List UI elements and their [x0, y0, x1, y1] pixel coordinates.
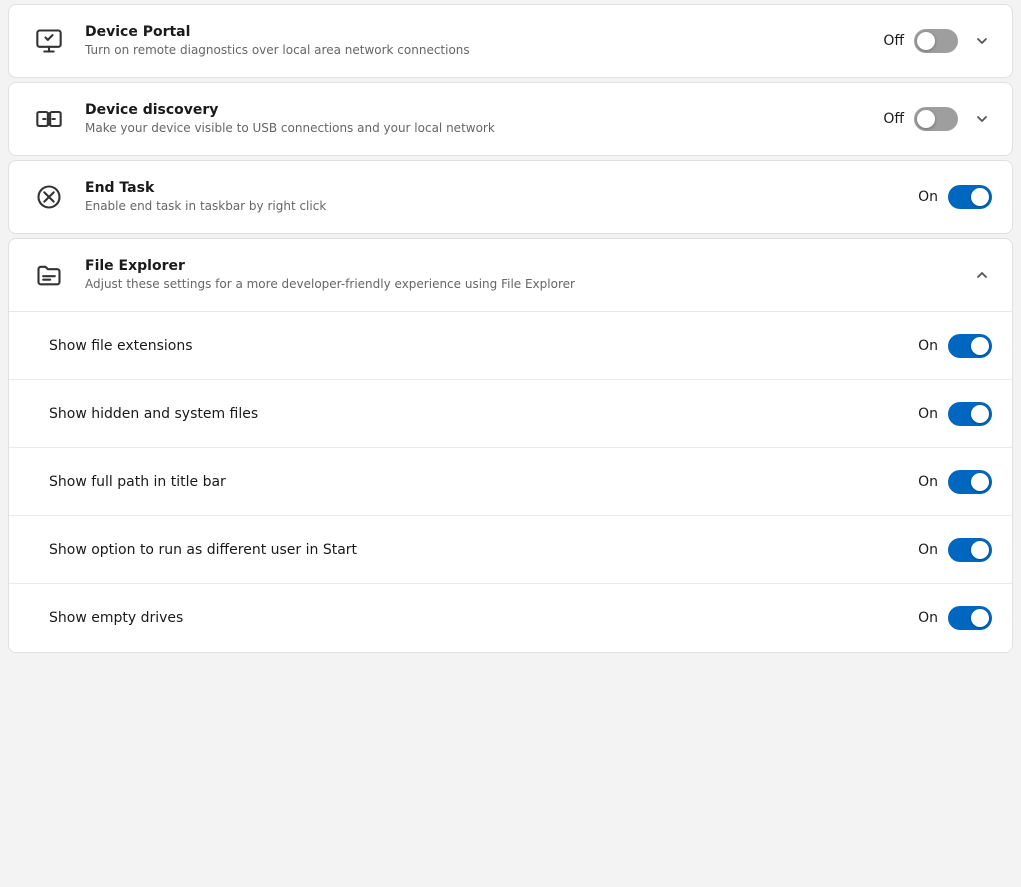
end-task-icon: [29, 177, 69, 217]
file-explorer-desc: Adjust these settings for a more develop…: [85, 276, 968, 293]
end-task-control: On: [910, 185, 992, 209]
show-empty-drives-row: Show empty drives On: [9, 584, 1012, 652]
file-explorer-header-row: File Explorer Adjust these settings for …: [9, 239, 1012, 312]
show-empty-drives-label: Show empty drives: [49, 610, 910, 626]
file-explorer-group: File Explorer Adjust these settings for …: [8, 238, 1013, 653]
end-task-desc: Enable end task in taskbar by right clic…: [85, 198, 910, 215]
show-run-as-user-toggle[interactable]: [948, 538, 992, 562]
show-file-extensions-control: On: [910, 334, 992, 358]
show-empty-drives-toggle[interactable]: [948, 606, 992, 630]
file-explorer-sub-items: Show file extensions On Show hidden and …: [9, 312, 1012, 652]
show-hidden-files-track: [948, 402, 992, 426]
end-task-title: End Task: [85, 180, 910, 196]
device-discovery-status: Off: [876, 111, 904, 127]
show-full-path-track: [948, 470, 992, 494]
device-portal-track: [914, 29, 958, 53]
device-portal-chevron[interactable]: [972, 31, 992, 51]
device-portal-icon: [29, 21, 69, 61]
show-full-path-thumb: [971, 473, 989, 491]
device-discovery-row: Device discovery Make your device visibl…: [9, 83, 1012, 155]
show-file-extensions-toggle[interactable]: [948, 334, 992, 358]
device-discovery-control: Off: [876, 107, 992, 131]
show-full-path-control: On: [910, 470, 992, 494]
show-empty-drives-control: On: [910, 606, 992, 630]
file-explorer-title: File Explorer: [85, 258, 968, 274]
show-run-as-user-track: [948, 538, 992, 562]
show-hidden-files-toggle[interactable]: [948, 402, 992, 426]
end-task-card: End Task Enable end task in taskbar by r…: [8, 160, 1013, 234]
device-portal-desc: Turn on remote diagnostics over local ar…: [85, 42, 876, 59]
device-discovery-track: [914, 107, 958, 131]
show-empty-drives-thumb: [971, 609, 989, 627]
show-file-extensions-row: Show file extensions On: [9, 312, 1012, 380]
show-run-as-user-thumb: [971, 541, 989, 559]
show-file-extensions-track: [948, 334, 992, 358]
device-portal-card: Device Portal Turn on remote diagnostics…: [8, 4, 1013, 78]
show-file-extensions-label: Show file extensions: [49, 338, 910, 354]
file-explorer-text: File Explorer Adjust these settings for …: [85, 258, 968, 293]
show-hidden-files-label: Show hidden and system files: [49, 406, 910, 422]
show-full-path-toggle[interactable]: [948, 470, 992, 494]
end-task-text: End Task Enable end task in taskbar by r…: [85, 180, 910, 215]
show-hidden-files-row: Show hidden and system files On: [9, 380, 1012, 448]
show-full-path-label: Show full path in title bar: [49, 474, 910, 490]
show-empty-drives-status: On: [910, 610, 938, 626]
device-discovery-desc: Make your device visible to USB connecti…: [85, 120, 876, 137]
settings-container: Device Portal Turn on remote diagnostics…: [0, 4, 1021, 653]
show-file-extensions-status: On: [910, 338, 938, 354]
device-discovery-toggle[interactable]: [914, 107, 958, 131]
device-discovery-text: Device discovery Make your device visibl…: [85, 102, 876, 137]
file-explorer-control: [968, 265, 992, 285]
show-hidden-files-control: On: [910, 402, 992, 426]
show-run-as-user-row: Show option to run as different user in …: [9, 516, 1012, 584]
show-run-as-user-control: On: [910, 538, 992, 562]
show-hidden-files-thumb: [971, 405, 989, 423]
end-task-status: On: [910, 189, 938, 205]
end-task-row: End Task Enable end task in taskbar by r…: [9, 161, 1012, 233]
file-explorer-chevron[interactable]: [972, 265, 992, 285]
show-run-as-user-label: Show option to run as different user in …: [49, 542, 910, 558]
file-explorer-icon: [29, 255, 69, 295]
show-full-path-row: Show full path in title bar On: [9, 448, 1012, 516]
device-discovery-title: Device discovery: [85, 102, 876, 118]
end-task-thumb: [971, 188, 989, 206]
device-portal-thumb: [917, 32, 935, 50]
show-hidden-files-status: On: [910, 406, 938, 422]
show-full-path-status: On: [910, 474, 938, 490]
device-discovery-card: Device discovery Make your device visibl…: [8, 82, 1013, 156]
device-discovery-chevron[interactable]: [972, 109, 992, 129]
device-portal-status: Off: [876, 33, 904, 49]
show-run-as-user-status: On: [910, 542, 938, 558]
end-task-toggle[interactable]: [948, 185, 992, 209]
device-portal-title: Device Portal: [85, 24, 876, 40]
device-portal-toggle[interactable]: [914, 29, 958, 53]
device-discovery-icon: [29, 99, 69, 139]
device-portal-control: Off: [876, 29, 992, 53]
show-file-extensions-thumb: [971, 337, 989, 355]
show-empty-drives-track: [948, 606, 992, 630]
device-portal-text: Device Portal Turn on remote diagnostics…: [85, 24, 876, 59]
device-portal-row: Device Portal Turn on remote diagnostics…: [9, 5, 1012, 77]
device-discovery-thumb: [917, 110, 935, 128]
end-task-track: [948, 185, 992, 209]
